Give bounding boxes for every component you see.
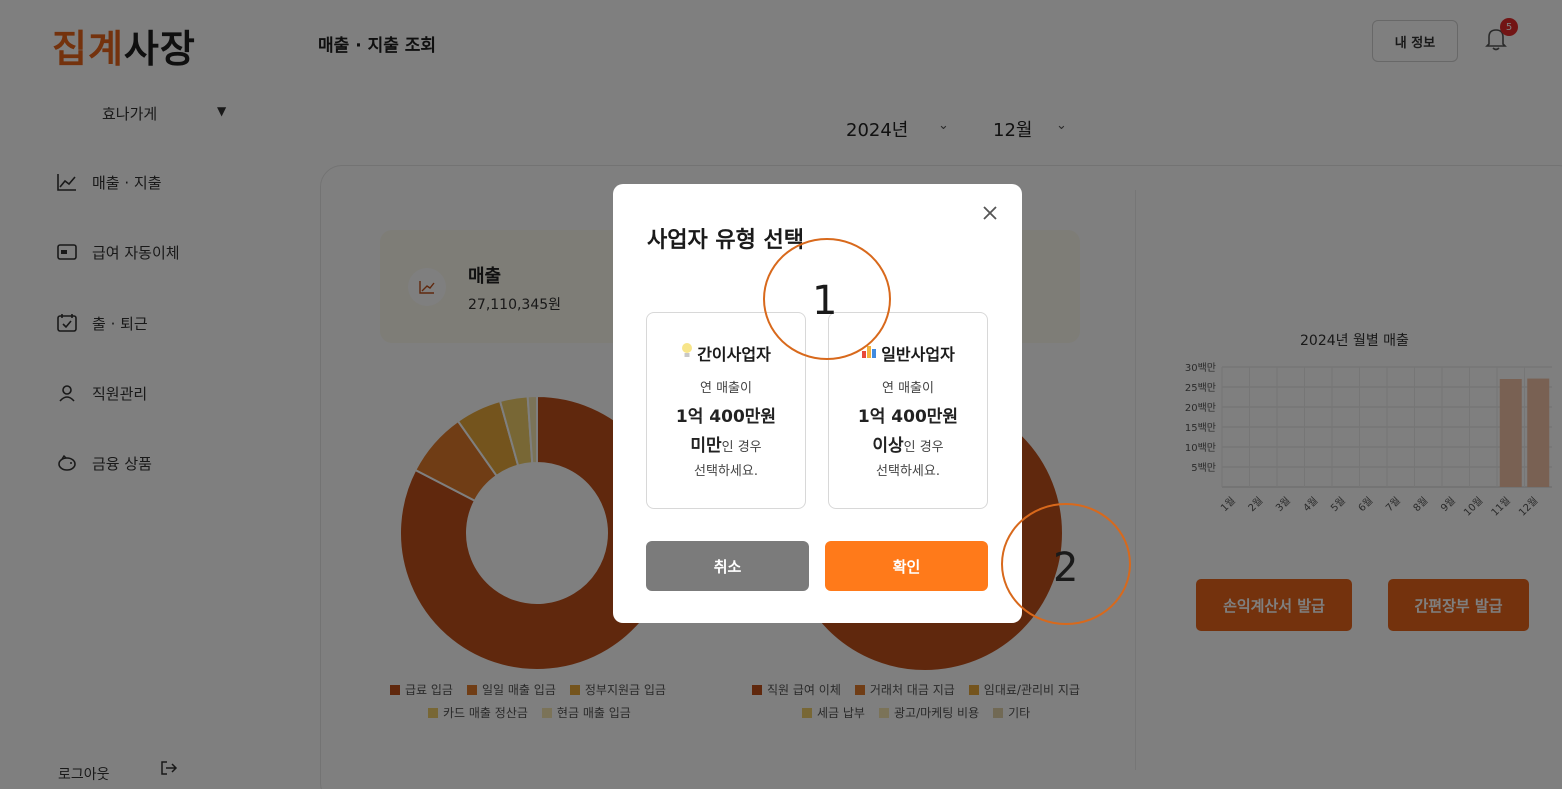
cancel-button[interactable]: 취소 <box>646 541 809 591</box>
lightbulb-icon <box>681 342 693 364</box>
option-select-hint: 선택하세요. <box>694 464 758 479</box>
confirm-button[interactable]: 확인 <box>825 541 988 591</box>
option-condition-suffix: 인 경우 <box>721 440 762 455</box>
option-title: 일반사업자 <box>881 345 955 364</box>
modal-title: 사업자 유형 선택 <box>647 228 804 253</box>
option-amount: 1억 400만원 <box>857 407 959 427</box>
annotation-number-2: 2 <box>1053 545 1079 591</box>
option-desc-line1: 연 매출이 <box>882 381 934 396</box>
option-condition-suffix: 인 경우 <box>903 440 944 455</box>
option-desc-line1: 연 매출이 <box>700 381 752 396</box>
option-condition: 미만 <box>690 436 722 456</box>
close-icon[interactable] <box>979 202 1001 224</box>
annotation-number-1: 1 <box>812 278 838 324</box>
option-condition: 이상 <box>872 436 904 456</box>
option-title: 간이사업자 <box>697 345 771 364</box>
option-amount: 1억 400만원 <box>675 407 777 427</box>
option-select-hint: 선택하세요. <box>876 464 940 479</box>
